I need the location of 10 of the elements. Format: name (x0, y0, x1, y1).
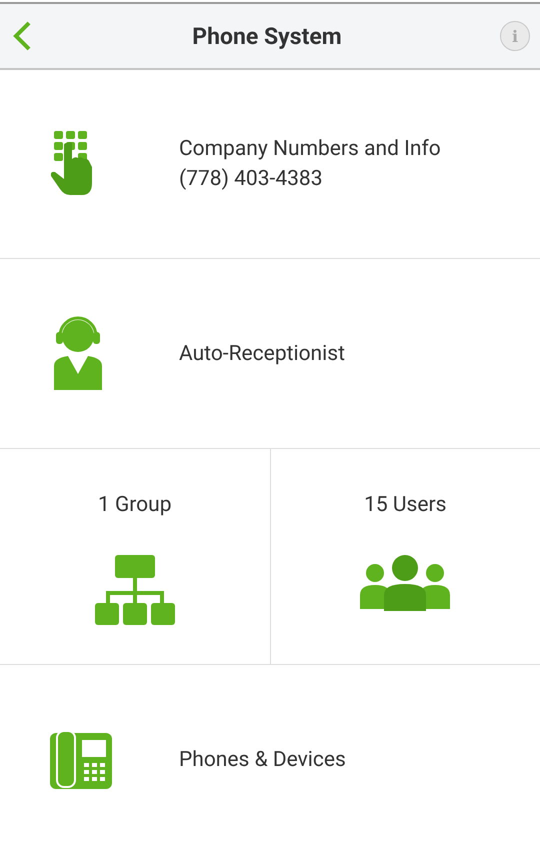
users-icon (360, 555, 450, 611)
desk-phone-icon (50, 730, 112, 788)
group-chart-icon (94, 555, 175, 627)
menu-item-title[interactable]: Phones & Devices (179, 746, 346, 774)
screen-title: Phone System (192, 22, 342, 50)
menu-item-title[interactable]: Company Numbers and Info (179, 135, 441, 163)
phone-number: (778) 403-4383 (179, 166, 324, 193)
tile-label[interactable]: 1 Group (98, 491, 172, 519)
tile-label[interactable]: 15 Users (364, 491, 446, 519)
menu-item-title[interactable]: Auto-Receptionist (179, 340, 345, 368)
